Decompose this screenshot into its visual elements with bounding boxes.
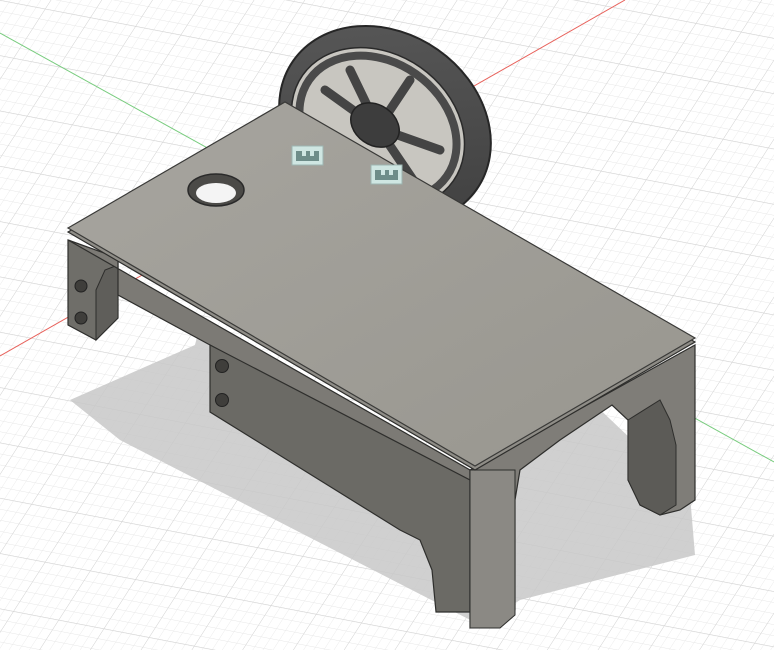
screw-hole	[215, 393, 229, 407]
3d-viewport[interactable]	[0, 0, 774, 650]
joint-icon[interactable]	[291, 145, 324, 166]
joint-icon[interactable]	[370, 164, 403, 185]
model-canvas[interactable]	[0, 0, 774, 650]
screw-hole	[74, 311, 88, 325]
screw-hole	[215, 359, 229, 373]
screw-hole	[74, 279, 88, 293]
